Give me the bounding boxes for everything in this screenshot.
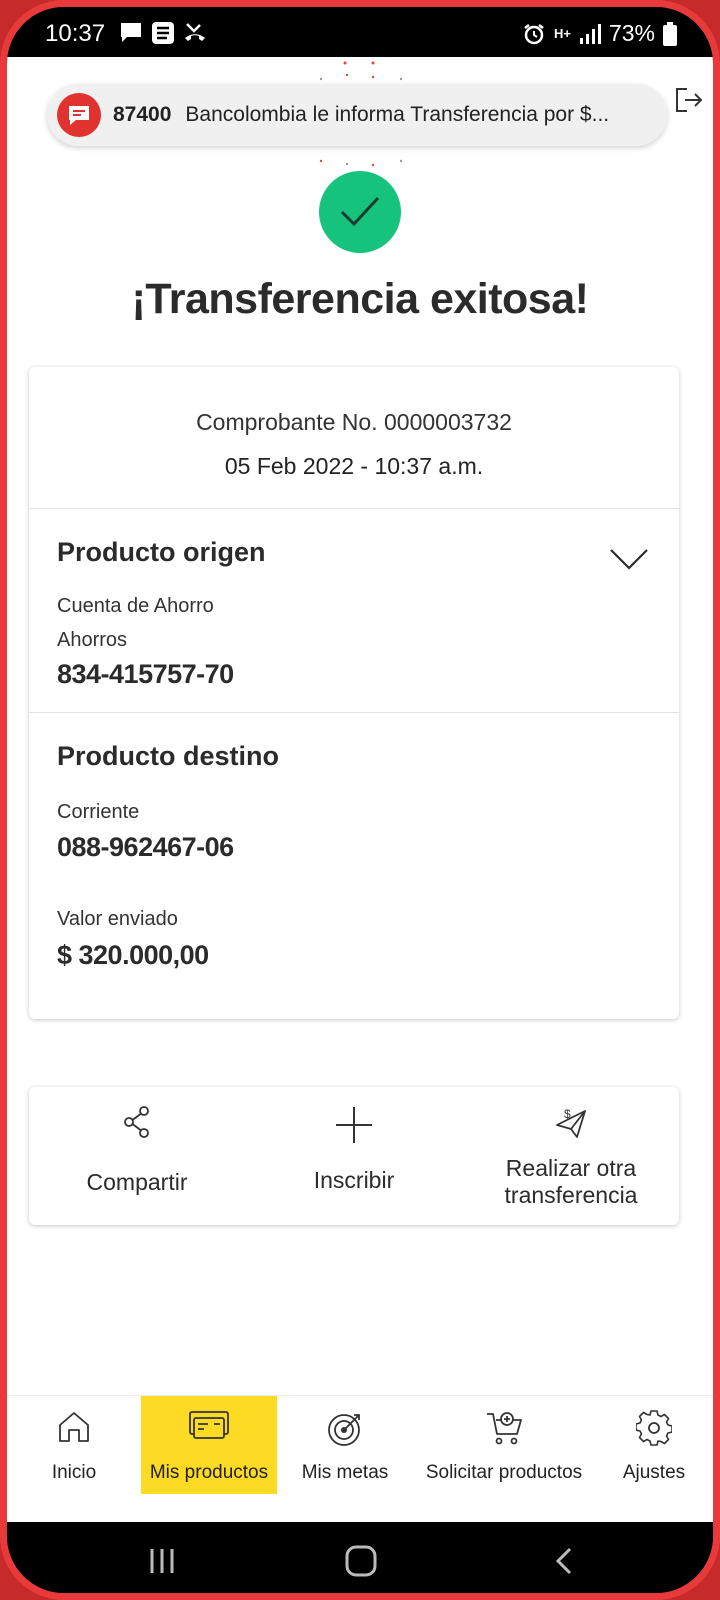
actions-card: Compartir Inscribir $ Realizar otra tran… [29, 1087, 679, 1225]
new-transfer-label-line1: Realizar otra [505, 1155, 637, 1181]
voucher-date: 05 Feb 2022 - 10:37 a.m. [224, 453, 484, 479]
share-icon [124, 1106, 149, 1138]
home-button-icon[interactable] [344, 1544, 378, 1578]
target-icon [328, 1414, 360, 1446]
nav-item-ajustes[interactable]: Ajustes [595, 1396, 713, 1494]
enroll-label: Inscribir [313, 1167, 395, 1193]
cards-icon [189, 1411, 229, 1439]
new-transfer-button[interactable]: $ Realizar otra transferencia [463, 1087, 679, 1225]
success-check-icon [319, 171, 401, 253]
notification-sender: 87400 [113, 103, 172, 126]
voucher-number: Comprobante No. 0000003732 [196, 409, 512, 435]
svg-text:$: $ [564, 1107, 571, 1121]
destination-title: Producto destino [57, 741, 279, 771]
gear-icon [636, 1410, 672, 1446]
chevron-down-icon[interactable] [609, 547, 649, 571]
destination-account-type: Corriente [57, 801, 140, 823]
origin-account-number: 834-415757-70 [57, 659, 234, 689]
nav-item-mis-productos[interactable]: Mis productos [141, 1396, 277, 1494]
signal-icon [579, 23, 601, 44]
nav-item-inicio[interactable]: Inicio [7, 1396, 141, 1494]
divider [29, 712, 679, 713]
nav-label: Inicio [51, 1462, 97, 1483]
recent-apps-icon[interactable] [147, 1546, 177, 1576]
divider [29, 508, 679, 509]
back-icon[interactable] [553, 1546, 575, 1576]
nav-label: Mis productos [149, 1462, 269, 1483]
message-notification-icon [57, 93, 101, 137]
origin-subtype: Ahorros [57, 629, 128, 651]
status-time: 10:37 [45, 20, 106, 47]
home-icon [59, 1412, 89, 1442]
nav-item-mis-metas[interactable]: Mis metas [277, 1396, 413, 1494]
message-icon [121, 23, 141, 42]
page-title: ¡Transferencia exitosa! [131, 275, 589, 323]
app-icon [152, 22, 174, 44]
status-notification-icons [119, 21, 207, 45]
bottom-navigation: Inicio Mis productos Mis metas Solicitar… [7, 1395, 713, 1496]
app-screen: 87400 Bancolombia le informa Transferenc… [7, 57, 713, 1522]
missed-call-icon [185, 23, 205, 41]
origin-title: Producto origen [57, 537, 266, 567]
share-button[interactable]: Compartir [29, 1087, 245, 1225]
battery-icon [663, 21, 677, 46]
nav-label: Ajustes [622, 1462, 686, 1483]
plus-icon [336, 1107, 372, 1143]
status-system-icons: H+ 73% [522, 20, 677, 47]
cart-plus-icon [487, 1412, 522, 1445]
logout-icon[interactable] [673, 85, 703, 115]
new-transfer-label-line2: transferencia [504, 1182, 638, 1208]
network-type: H+ [553, 26, 571, 41]
alarm-icon [524, 23, 544, 44]
status-bar: 10:37 H+ 73% [7, 7, 713, 57]
transfer-receipt-card: Comprobante No. 0000003732 05 Feb 2022 -… [29, 367, 679, 1019]
system-navigation-bar [7, 1522, 713, 1593]
nav-label: Solicitar productos [425, 1462, 583, 1483]
nav-item-solicitar-productos[interactable]: Solicitar productos [413, 1396, 595, 1494]
phone-frame: 10:37 H+ 73% 87400 Bancolombia le inform… [0, 0, 720, 1600]
share-label: Compartir [86, 1169, 188, 1195]
send-money-icon: $ [556, 1107, 586, 1138]
notification-text: Bancolombia le informa Transferencia por… [185, 103, 610, 126]
nav-label: Mis metas [301, 1462, 389, 1483]
enroll-button[interactable]: Inscribir [246, 1087, 462, 1225]
sms-notification[interactable]: 87400 Bancolombia le informa Transferenc… [47, 84, 667, 146]
amount-label: Valor enviado [57, 908, 178, 930]
amount-value: $ 320.000,00 [57, 940, 209, 970]
destination-account-number: 088-962467-06 [57, 832, 234, 862]
battery-percent: 73% [608, 20, 655, 46]
origin-account-type: Cuenta de Ahorro [57, 595, 214, 617]
